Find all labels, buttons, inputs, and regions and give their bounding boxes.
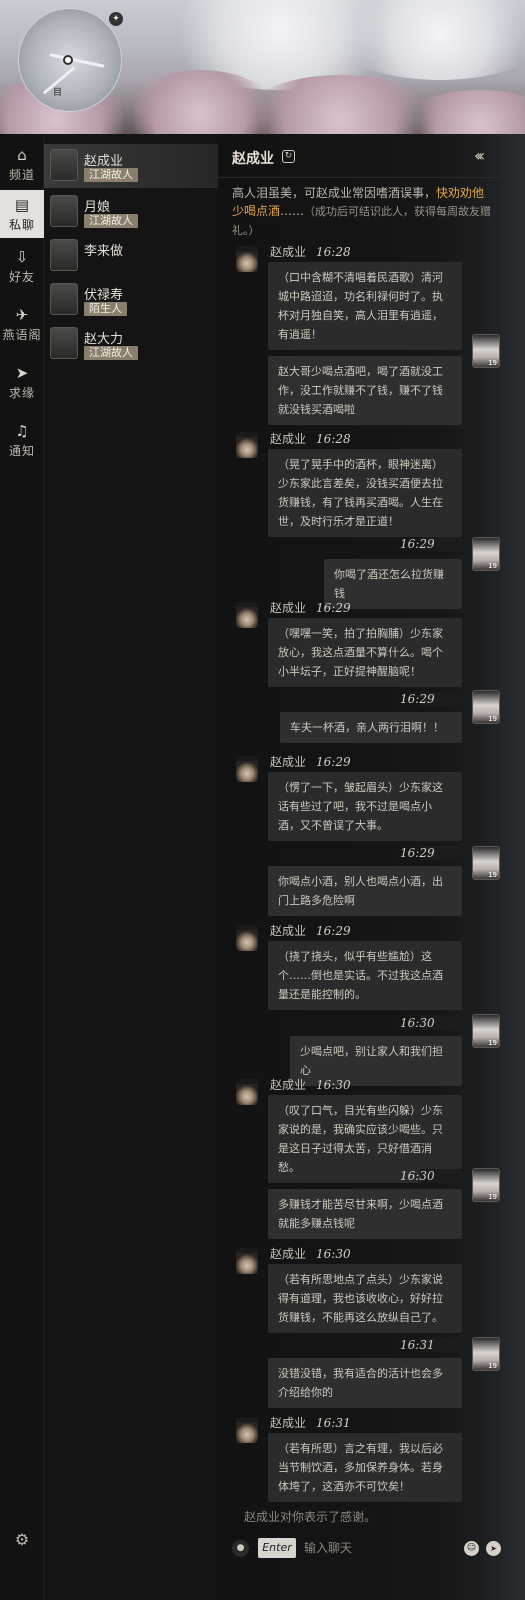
quest-intro: 高人泪虽美，可赵成业常因嗜酒误事，快劝劝他少喝点酒……（成功后可结识此人，获得每… [232, 186, 492, 237]
player-avatar[interactable]: 19 [472, 1168, 500, 1202]
npc-message-bubble: （口中含糊不清唱着民酒歌）清河城中路迢迢，功名利禄何时了。执杯对月独自笑，高人泪… [268, 262, 462, 350]
message-header: 赵成业 16:30 [270, 1247, 351, 1261]
message-header: 赵成业 16:28 [270, 432, 351, 446]
avatar [50, 283, 78, 315]
swallow-icon: ✈ [15, 306, 29, 324]
sidebar-item-notifications[interactable]: ♫ 通知 [0, 416, 44, 464]
enter-key-hint: Enter [258, 1538, 296, 1558]
home-icon: ⌂ [17, 146, 27, 164]
npc-avatar[interactable] [236, 602, 258, 628]
relation-badge: 江湖故人 [84, 168, 138, 182]
npc-avatar[interactable] [236, 432, 258, 458]
message-header: 16:31 [400, 1338, 435, 1352]
sidebar-item-private-chat[interactable]: ▤ 私聊 [0, 190, 44, 238]
bell-icon: ♫ [15, 422, 29, 440]
emoji-icon[interactable]: ☺ [464, 1541, 479, 1556]
collapse-arrows-icon[interactable]: ‹‹‹ [474, 146, 485, 165]
contact-item[interactable]: 伏禄寿 陌生人 [44, 278, 218, 322]
chat-header: 赵成业 ↻ ‹‹‹ [218, 134, 518, 178]
npc-message-bubble: （挠了挠头，似乎有些尴尬）这个……倒也是实话。不过我这点酒量还是能控制的。 [268, 941, 462, 1010]
message-header: 16:29 [400, 537, 435, 551]
message-header: 16:30 [400, 1016, 435, 1030]
sidebar-item-channel[interactable]: ⌂ 频道 [0, 140, 44, 188]
message-header: 赵成业 16:29 [270, 755, 351, 769]
send-button-icon[interactable]: ➤ [486, 1541, 501, 1556]
refresh-icon[interactable]: ↻ [282, 150, 295, 163]
player-message-bubble: 没错没错，我有适合的活计也会多介绍给你的 [268, 1358, 462, 1408]
npc-avatar[interactable] [236, 1248, 258, 1274]
player-message-bubble: 多赚钱才能苦尽甘来啊，少喝点酒就能多赚点钱呢 [268, 1189, 462, 1239]
voice-icon[interactable]: ● [232, 1540, 249, 1557]
minimap[interactable]: 目 [18, 8, 122, 112]
player-avatar[interactable]: 19 [472, 846, 500, 880]
avatar [50, 239, 78, 271]
npc-avatar[interactable] [236, 756, 258, 782]
send-icon: ➤ [15, 364, 29, 382]
compass-icon[interactable]: ✦ [109, 12, 123, 26]
sidebar-item-qiuyuan[interactable]: ➤ 求缘 [0, 358, 44, 406]
system-thanks-note: 赵成业对你表示了感谢。 [244, 1510, 377, 1524]
message-header: 赵成业 16:31 [270, 1416, 351, 1430]
message-header: 赵成业 16:29 [270, 924, 351, 938]
relation-badge: 江湖故人 [84, 346, 138, 360]
contact-item[interactable]: 月娘 江湖故人 [44, 190, 218, 234]
friend-icon: ⇩ [15, 248, 29, 266]
npc-message-bubble: （晃了晃手中的酒杯，眼神迷离）少东家此言差矣，没钱买酒便去拉货赚钱，有了钱再买酒… [268, 449, 462, 537]
contact-item[interactable]: 李来做 [44, 234, 218, 278]
player-avatar[interactable]: 19 [472, 1337, 500, 1371]
chat-input-bar: ● Enter ☺ ➤ [230, 1535, 510, 1563]
npc-message-bubble: （愣了一下，皱起眉头）少东家这话有些过了吧，我不过是喝点小酒，又不曾误了大事。 [268, 772, 462, 841]
message-header: 赵成业 16:30 [270, 1078, 351, 1092]
chat-bubble-icon: ▤ [14, 196, 30, 214]
minimap-marker: 目 [53, 88, 63, 98]
npc-avatar[interactable] [236, 246, 258, 272]
relation-badge: 江湖故人 [84, 214, 138, 228]
sidebar: ⌂ 频道 ▤ 私聊 ⇩ 好友 ✈ 燕语阁 ➤ 求缘 ♫ 通知 [0, 134, 44, 1600]
gear-icon[interactable]: ⚙ [12, 1530, 32, 1550]
npc-avatar[interactable] [236, 1079, 258, 1105]
chat-input[interactable] [300, 1538, 460, 1558]
player-message-bubble: 你喝点小酒，别人也喝点小酒，出门上路多危险啊 [268, 866, 462, 916]
player-message-bubble: 赵大哥少喝点酒吧，喝了酒就没工作，没工作就赚不了钱，赚不了钱就没钱买酒喝啦 [268, 356, 462, 425]
player-position-icon [63, 55, 73, 65]
message-header: 赵成业 16:28 [270, 245, 351, 259]
relation-badge: 陌生人 [84, 302, 127, 316]
npc-avatar[interactable] [236, 1417, 258, 1443]
npc-message-bubble: （若有所思）言之有理，我以后必当节制饮酒，多加保养身体。若身体垮了，这酒亦不可饮… [268, 1433, 462, 1502]
player-avatar[interactable]: 19 [472, 537, 500, 571]
npc-avatar[interactable] [236, 925, 258, 951]
npc-message-bubble: （若有所思地点了点头）少东家说得有道理，我也该收收心，好好拉货赚钱，不能再这么放… [268, 1264, 462, 1333]
avatar [50, 195, 78, 227]
message-header: 16:30 [400, 1169, 435, 1183]
sidebar-item-friends[interactable]: ⇩ 好友 [0, 242, 44, 290]
player-avatar[interactable]: 19 [472, 690, 500, 724]
player-message-bubble: 车夫一杯酒，亲人两行泪啊！！ [280, 712, 462, 743]
contact-list: 赵成业 江湖故人 月娘 江湖故人 李来做 伏禄寿 陌生人 赵大力 江湖故人 [44, 134, 218, 1600]
npc-message-bubble: （嘿嘿一笑，拍了拍胸脯）少东家放心，我这点酒量不算什么。喝个小半坛子，正好提神醒… [268, 618, 462, 687]
player-avatar[interactable]: 19 [472, 1014, 500, 1048]
contact-item[interactable]: 赵成业 江湖故人 [44, 144, 218, 188]
message-header: 16:29 [400, 846, 435, 860]
avatar [50, 327, 78, 359]
message-header: 赵成业 16:29 [270, 601, 351, 615]
avatar [50, 149, 78, 181]
contact-item[interactable]: 赵大力 江湖故人 [44, 322, 218, 366]
sidebar-item-yanyuge[interactable]: ✈ 燕语阁 [0, 300, 44, 348]
chat-title: 赵成业 [232, 151, 274, 167]
player-avatar[interactable]: 19 [472, 334, 500, 368]
message-header: 16:29 [400, 692, 435, 706]
